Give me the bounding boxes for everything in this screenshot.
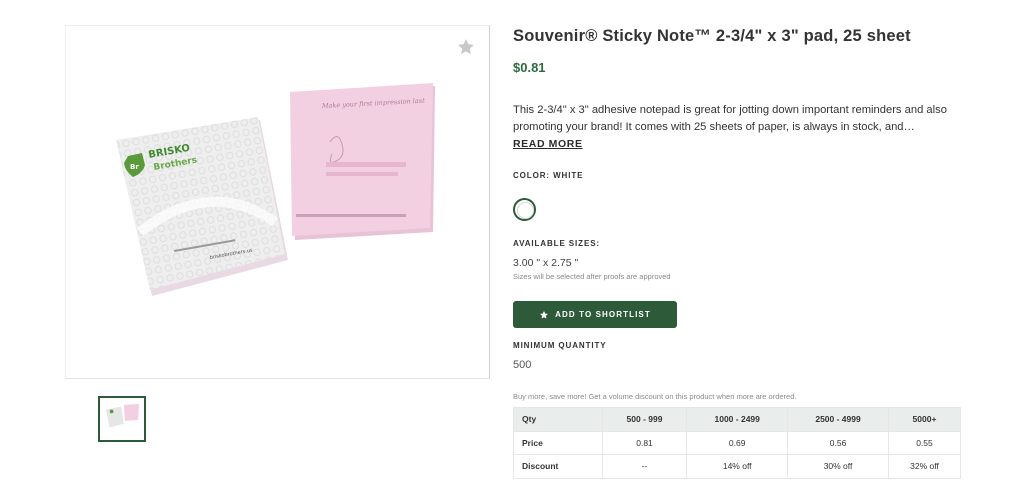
- table-cell: 32% off: [887, 454, 962, 479]
- table-cell: 14% off: [686, 454, 789, 479]
- table-cell: 0.55: [887, 430, 962, 455]
- svg-text:Br: Br: [130, 163, 139, 171]
- shortlist-label: ADD TO SHORTLIST: [555, 310, 651, 319]
- table-cell: 30% off: [787, 454, 889, 479]
- table-header-cell: 2500 - 4999: [787, 407, 889, 432]
- minimum-quantity-value: 500: [513, 359, 532, 371]
- table-cell: --: [601, 454, 688, 479]
- star-icon: [540, 310, 549, 319]
- table-cell: 0.81: [601, 430, 688, 455]
- volume-pricing-table: Qty 500 - 999 1000 - 2499 2500 - 4999 50…: [513, 407, 962, 479]
- table-header-cell: 5000+: [887, 407, 962, 432]
- gallery-thumbnail[interactable]: [98, 396, 146, 442]
- thumbnail-image: [105, 403, 140, 428]
- table-header-cell: 1000 - 2499: [686, 407, 789, 432]
- size-note: Sizes will be selected after proofs are …: [513, 272, 671, 281]
- volume-discount-note: Buy more, save more! Get a volume discou…: [513, 392, 797, 401]
- table-header-cell: Qty: [513, 407, 603, 432]
- table-cell: Price: [513, 430, 603, 455]
- favorite-star-icon[interactable]: [456, 37, 476, 57]
- add-to-shortlist-button[interactable]: ADD TO SHORTLIST: [513, 301, 677, 328]
- table-header-cell: 500 - 999: [601, 407, 688, 432]
- read-more-link[interactable]: READ MORE: [513, 138, 583, 150]
- color-swatch-white[interactable]: [513, 198, 536, 221]
- product-price: $0.81: [513, 60, 546, 75]
- table-cell: Discount: [513, 454, 603, 479]
- table-row: Price 0.81 0.69 0.56 0.55: [513, 430, 962, 455]
- product-description: This 2-3/4" x 3" adhesive notepad is gre…: [513, 104, 947, 133]
- table-cell: 0.56: [787, 430, 889, 455]
- size-value: 3.00 " x 2.75 ": [513, 257, 579, 269]
- product-image: Make your first impression last Br BRISK…: [116, 83, 435, 296]
- product-title: Souvenir® Sticky Note™ 2-3/4" x 3" pad, …: [513, 27, 911, 45]
- color-label: COLOR: WHITE: [513, 171, 584, 180]
- minimum-quantity-label: MINIMUM QUANTITY: [513, 341, 607, 350]
- table-row: Discount -- 14% off 30% off 32% off: [513, 454, 962, 479]
- table-header-row: Qty 500 - 999 1000 - 2499 2500 - 4999 50…: [513, 407, 962, 432]
- table-cell: 0.69: [686, 430, 789, 455]
- sizes-label: AVAILABLE SIZES:: [513, 239, 600, 248]
